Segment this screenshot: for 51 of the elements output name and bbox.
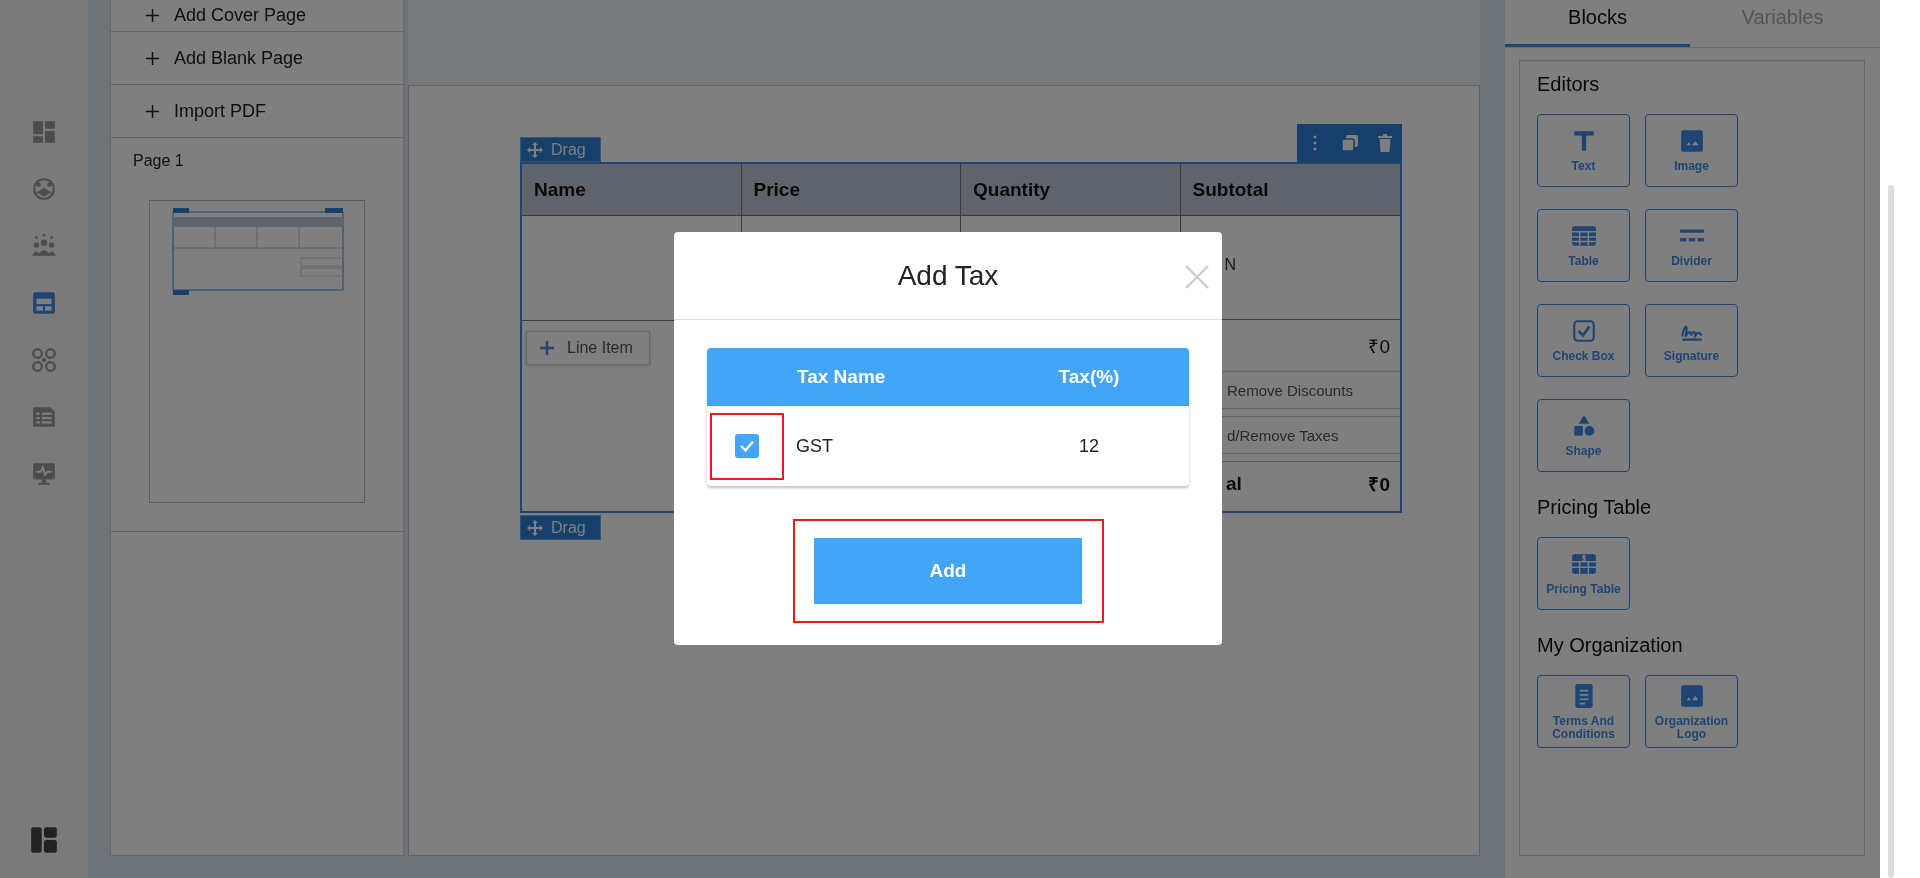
list-icon[interactable] bbox=[31, 404, 57, 430]
team-icon[interactable] bbox=[31, 233, 57, 259]
block-button[interactable]: Pricing Table bbox=[1537, 537, 1630, 610]
block-button[interactable]: Shape bbox=[1537, 399, 1630, 472]
network-icon[interactable] bbox=[31, 347, 57, 373]
line-item-button[interactable]: Line Item bbox=[526, 331, 650, 365]
monitor-icon[interactable] bbox=[31, 461, 57, 487]
column-header: Price bbox=[741, 164, 961, 216]
section-title: Pricing Table bbox=[1537, 496, 1652, 519]
tax-name: GST bbox=[796, 435, 833, 457]
block-button[interactable]: Divider bbox=[1645, 209, 1738, 282]
dashboard-icon[interactable] bbox=[31, 119, 57, 145]
block-button[interactable]: Image bbox=[1645, 114, 1738, 187]
block-button[interactable]: Table bbox=[1537, 209, 1630, 282]
plus-icon bbox=[145, 50, 160, 66]
drag-handle[interactable]: Drag bbox=[520, 137, 601, 162]
copy-icon[interactable] bbox=[1339, 133, 1360, 153]
block-button[interactable]: Text bbox=[1537, 114, 1630, 187]
column-header: Subtotal bbox=[1180, 164, 1400, 216]
layout-icon[interactable] bbox=[30, 826, 58, 854]
total-label: al bbox=[1226, 473, 1242, 495]
drag-handle[interactable]: Drag bbox=[520, 515, 601, 540]
add-button[interactable]: Add bbox=[814, 537, 1082, 604]
column-header: Name bbox=[522, 164, 742, 216]
column-header: Quantity bbox=[961, 164, 1181, 216]
image-icon bbox=[1678, 682, 1705, 709]
move-icon bbox=[527, 519, 543, 536]
block-button[interactable]: Terms And Conditions bbox=[1537, 675, 1630, 748]
image-icon bbox=[1678, 128, 1705, 155]
amount: ₹0 bbox=[1368, 335, 1390, 359]
section-title: Editors bbox=[1537, 73, 1600, 96]
close-icon[interactable] bbox=[1184, 264, 1210, 290]
checkbox[interactable] bbox=[735, 434, 759, 458]
section-title: My Organization bbox=[1537, 634, 1683, 657]
plus-icon bbox=[145, 103, 160, 119]
page-thumbnail-drawing[interactable] bbox=[149, 200, 365, 503]
plus-icon bbox=[539, 340, 555, 356]
block-button[interactable]: Check Box bbox=[1537, 304, 1630, 377]
total-amount: ₹0 bbox=[1368, 473, 1390, 497]
move-icon bbox=[527, 141, 543, 158]
plus-icon bbox=[145, 8, 160, 23]
column-header: Tax(%) bbox=[1058, 366, 1120, 388]
dialog-title: Add Tax bbox=[897, 259, 999, 292]
checkbox-icon bbox=[1570, 318, 1597, 345]
tax-rate: 12 bbox=[1079, 435, 1099, 457]
block-button[interactable]: Signature bbox=[1645, 304, 1738, 377]
template-icon[interactable] bbox=[31, 290, 57, 316]
column-header: Tax Name bbox=[797, 366, 886, 388]
page-label[interactable]: Page 1 bbox=[133, 152, 184, 170]
block-button[interactable]: Organization Logo bbox=[1645, 675, 1738, 748]
scrollbar[interactable] bbox=[1888, 185, 1894, 878]
